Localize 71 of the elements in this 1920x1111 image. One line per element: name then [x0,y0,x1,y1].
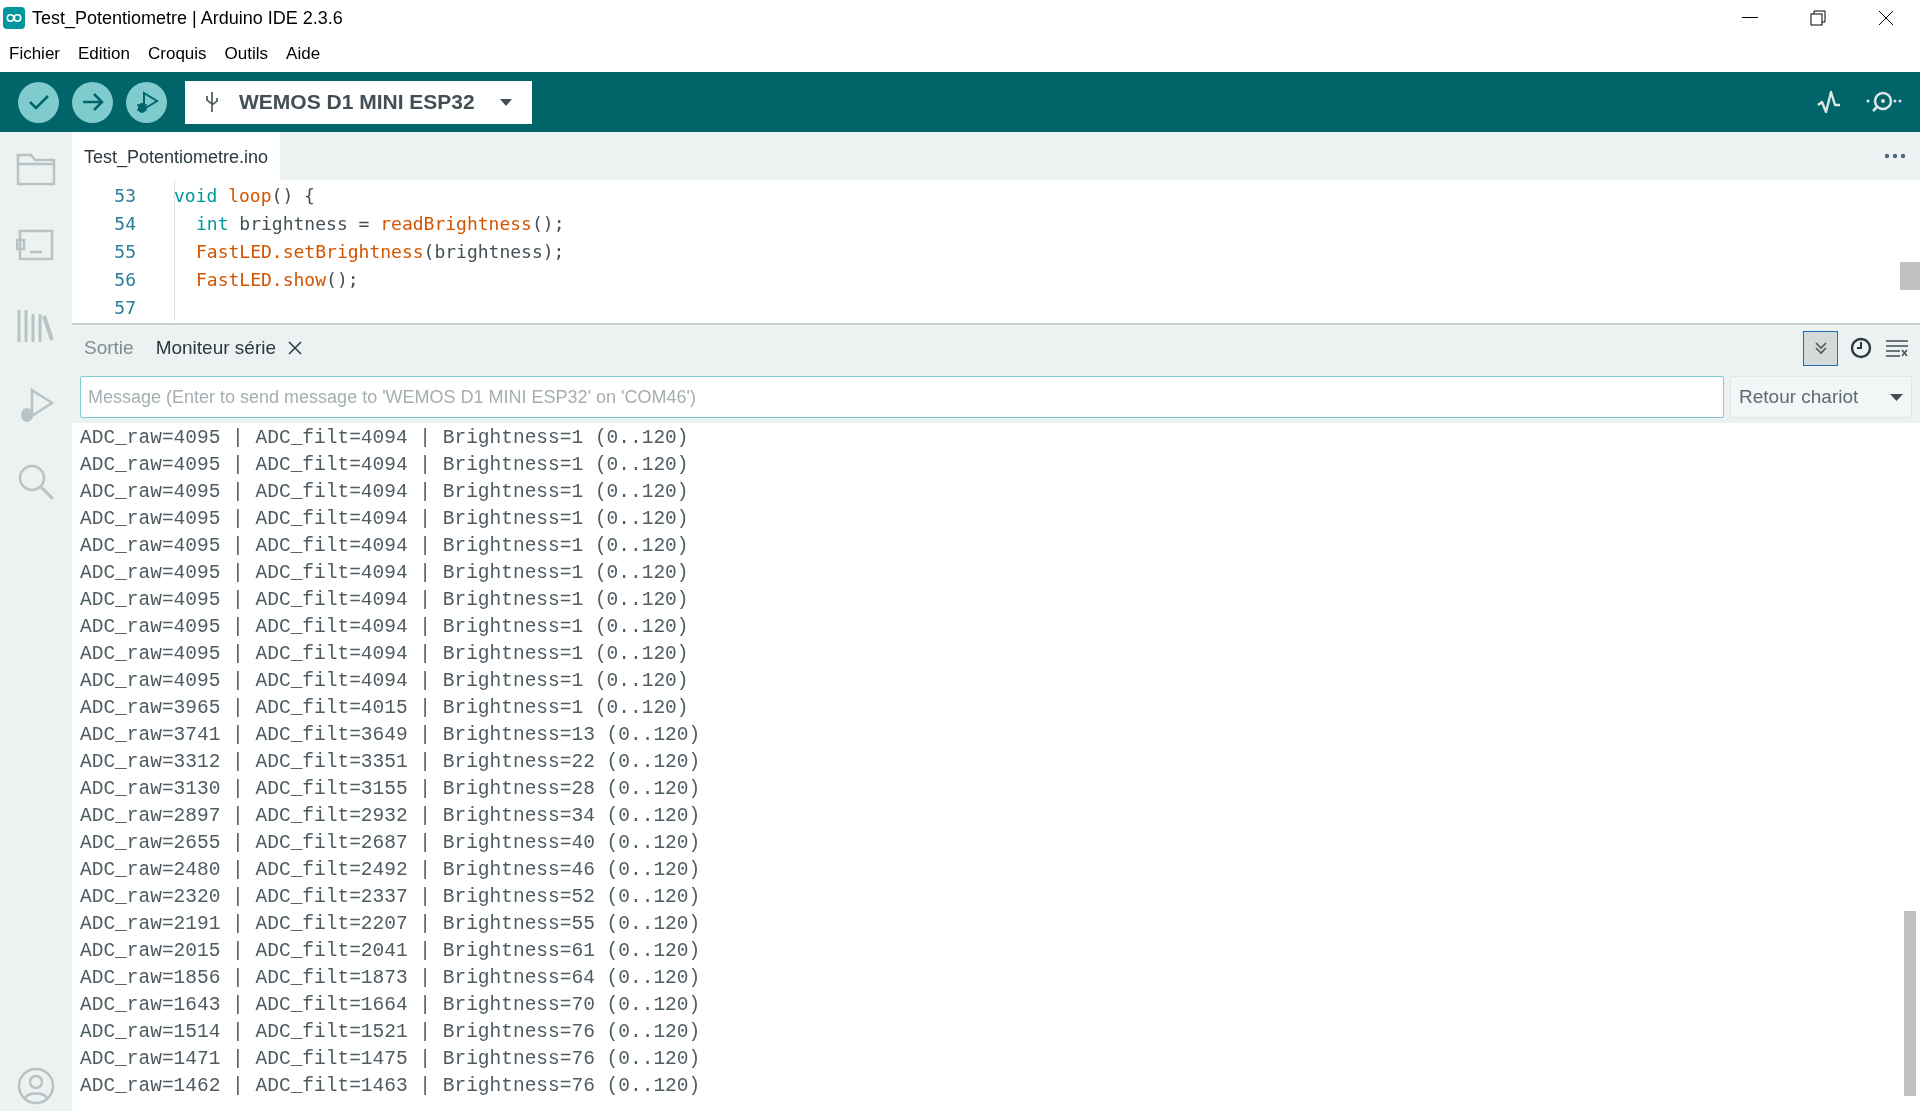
output-line: ADC_raw=4095 | ADC_filt=4094 | Brightness=1 (0..120) [80,507,690,532]
debug-button[interactable] [126,81,167,123]
restore-icon [1810,10,1826,26]
output-line: ADC_raw=4095 | ADC_filt=4094 | Brightness=1 (0..120) [80,615,690,640]
board-selector[interactable]: WEMOS D1 MINI ESP32 [185,80,532,124]
line-number: 54 [113,211,136,236]
dropdown-caret-icon [500,98,512,106]
output-line: ADC_raw=1643 | ADC_filt=1664 | Brightness=70 (0..120) [80,993,702,1018]
search-icon[interactable] [16,462,56,502]
output-line: ADC_raw=1471 | ADC_filt=1475 | Brightness=76 (0..120) [80,1047,702,1072]
output-line: ADC_raw=4095 | ADC_filt=4094 | Brightness=1 (0..120) [80,453,690,478]
output-line: ADC_raw=3741 | ADC_filt=3649 | Brightness=13 (0..120) [80,723,702,748]
output-line: ADC_raw=4095 | ADC_filt=4094 | Brightness=1 (0..120) [80,480,690,505]
code-line: FastLED.setBrightness(brightness); [195,239,565,264]
message-field[interactable]: Message (Enter to send message to 'WEMOS D1 MINI ESP32' on 'COM46') [80,376,1724,418]
code-line: void loop() { [174,183,315,208]
line-number: 53 [113,183,136,208]
line-number: 57 [113,295,136,320]
file-tab[interactable]: Test_Potentiometre.ino [72,132,281,180]
folder-icon[interactable] [16,152,56,186]
output-line: ADC_raw=2480 | ADC_filt=2492 | Brightness=46 (0..120) [80,858,702,883]
output-line: ADC_raw=1514 | ADC_filt=1521 | Brightness=76 (0..120) [80,1020,702,1045]
scrollbar-thumb[interactable] [1904,911,1916,1096]
more-icon[interactable] [1884,153,1906,159]
autoscroll-button[interactable] [1803,330,1838,366]
output-line: ADC_raw=4095 | ADC_filt=4094 | Brightness=1 (0..120) [80,561,690,586]
output-line: ADC_raw=4095 | ADC_filt=4094 | Brightness=1 (0..120) [80,534,690,559]
output-line: ADC_raw=2191 | ADC_filt=2207 | Brightness=55 (0..120) [80,912,702,937]
output-line: ADC_raw=2655 | ADC_filt=2687 | Brightness=40 (0..120) [80,831,702,856]
line-number: 56 [113,267,136,292]
double-chevron-down-icon [1813,341,1828,355]
dropdown-caret-icon [1890,393,1903,401]
line-ending-dropdown[interactable]: Retour chariot [1730,376,1912,418]
plotter-icon [1816,88,1842,116]
app-logo-icon [3,7,25,29]
output-line: ADC_raw=2897 | ADC_filt=2932 | Brightness=34 (0..120) [80,804,702,829]
menu-item[interactable]: Outils [217,41,276,67]
output-line: ADC_raw=1856 | ADC_filt=1873 | Brightness=64 (0..120) [80,966,702,991]
output-line: ADC_raw=2320 | ADC_filt=2337 | Brightness=52 (0..120) [80,885,702,910]
output-line: ADC_raw=4095 | ADC_filt=4094 | Brightness=1 (0..120) [80,669,690,694]
output-line: ADC_raw=3312 | ADC_filt=3351 | Brightness=22 (0..120) [80,750,702,775]
upload-button[interactable] [72,81,113,123]
timestamp-button[interactable] [1848,335,1874,361]
usb-icon [205,91,219,113]
output-line: ADC_raw=1462 | ADC_filt=1463 | Brightness=76 (0..120) [80,1074,702,1099]
output-line: ADC_raw=4095 | ADC_filt=4094 | Brightness=1 (0..120) [80,426,690,451]
scrollbar-thumb[interactable] [1900,262,1920,290]
window-title: Test_Potentiometre | Arduino IDE 2.3.6 [32,6,343,31]
account-icon[interactable] [17,1067,55,1105]
clear-list-icon [1886,339,1908,357]
clock-icon [1850,337,1872,359]
arrow-right-icon [81,93,104,111]
output-line: ADC_raw=4095 | ADC_filt=4094 | Brightness=1 (0..120) [80,642,690,667]
close-icon[interactable] [288,341,303,355]
menu-item[interactable]: Edition [71,41,137,67]
verify-button[interactable] [18,81,59,123]
panel-tab[interactable]: Moniteur série [155,328,303,368]
output-line: ADC_raw=2015 | ADC_filt=2041 | Brightness=61 (0..120) [80,939,702,964]
code-line: FastLED.show(); [195,267,359,292]
line-number: 55 [113,239,136,264]
close-icon [1878,10,1894,26]
check-icon [27,94,50,110]
output-line: ADC_raw=3130 | ADC_filt=3155 | Brightness=28 (0..120) [80,777,702,802]
menu-item[interactable]: Fichier [2,41,67,67]
board-icon[interactable] [16,228,56,262]
output-line: ADC_raw=4095 | ADC_filt=4094 | Brightness=1 (0..120) [80,588,690,613]
code-line: int brightness = readBrightness(); [195,211,565,236]
minimize-icon [1742,17,1758,19]
menu-item[interactable]: Aide [279,41,328,67]
menu-item[interactable]: Croquis [141,41,214,67]
output-line: ADC_raw=3965 | ADC_filt=4015 | Brightness=1 (0..120) [80,696,690,721]
